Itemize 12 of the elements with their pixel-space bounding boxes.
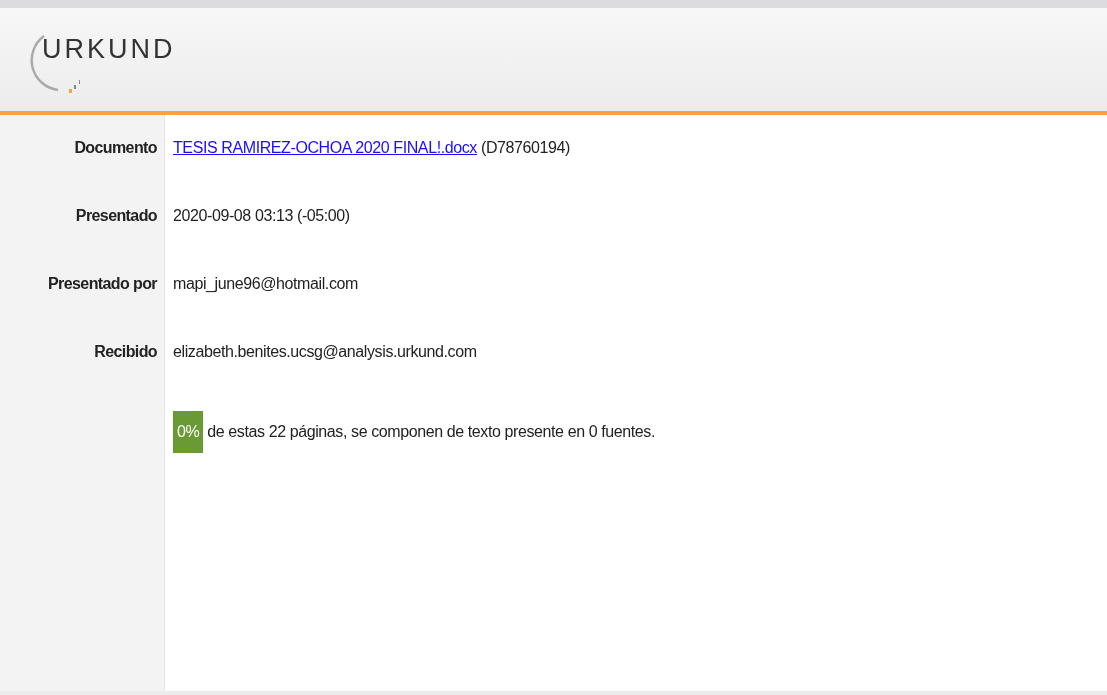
field-value: 2020-09-08 03:13 (-05:00) [173,207,350,224]
field-label: Recibido [94,343,158,362]
summary-text: de estas 22 páginas, se componen de texto presente en 0 fuentes. [207,423,655,441]
field-value: mapi_june96@hotmail.com [173,275,358,292]
document-id: (D78760194) [480,139,570,156]
field-label: Documento [74,139,158,158]
urkund-logo: URKUND [30,28,180,98]
field-label: Presentado por [48,275,159,294]
percentage-badge: 0% [173,411,204,453]
field-label: Presentado [75,207,158,226]
document-link[interactable]: TESIS RAMIREZ-OCHOA 2020 FINAL!.docx [173,139,477,156]
field-value: elizabeth.benites.ucsg@analysis.urkund.com [173,343,477,360]
